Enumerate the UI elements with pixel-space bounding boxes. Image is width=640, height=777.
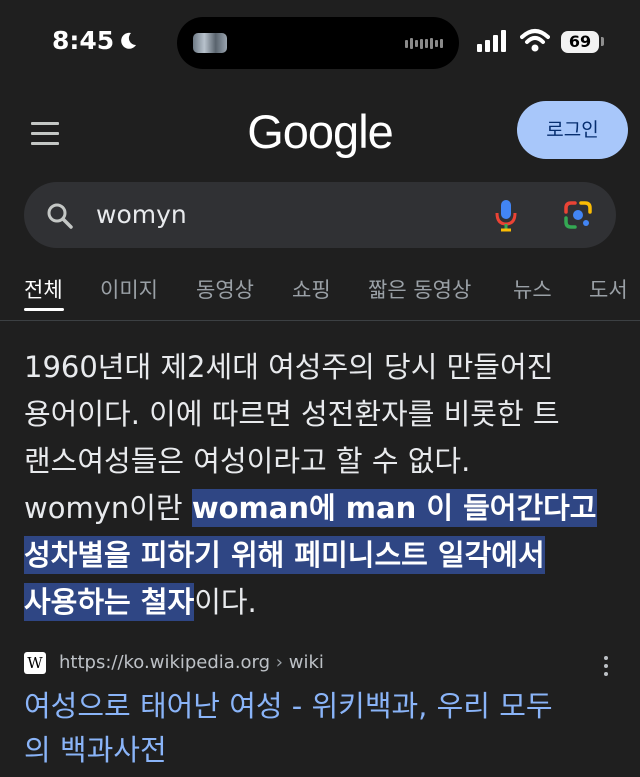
- snippet-line: womyn이란 woman에 man 이 들어간다고: [24, 485, 624, 532]
- wifi-icon: [520, 29, 550, 52]
- snippet-bold: man: [345, 491, 417, 525]
- snippet-text: 이다.: [194, 585, 257, 619]
- tab-all[interactable]: 전체: [24, 274, 63, 304]
- featured-snippet: 1960년대 제2세대 여성주의 당시 만들어진 용어이다. 이에 따르면 성전…: [24, 344, 624, 626]
- tab-short-videos[interactable]: 짧은 동영상: [368, 274, 471, 304]
- result-title-line: 여성으로 태어난 여성 - 위키백과, 우리 모두: [24, 689, 553, 723]
- snippet-highlight: woman에 man 이 들어간다고: [191, 489, 597, 527]
- google-lens-icon[interactable]: [562, 199, 594, 231]
- snippet-highlight: 사용하는 철자: [24, 583, 195, 621]
- snippet-highlight: 성차별을 피하기 위해 페미니스트 일각에서: [24, 536, 545, 574]
- clock: 8:45: [52, 26, 115, 55]
- login-button[interactable]: 로그인: [517, 101, 628, 159]
- result-url[interactable]: https://ko.wikipedia.org › wiki: [59, 652, 324, 673]
- dynamic-island: [177, 17, 459, 69]
- tab-shopping[interactable]: 쇼핑: [292, 274, 331, 304]
- audio-wave-icon: [405, 38, 443, 49]
- microphone-icon[interactable]: [494, 198, 518, 232]
- snippet-bold: woman: [191, 491, 309, 525]
- moon-icon: [121, 32, 136, 49]
- snippet-line: 용어이다. 이에 따르면 성전환자를 비롯한 트: [24, 397, 560, 431]
- snippet-line: 성차별을 피하기 위해 페미니스트 일각에서: [24, 532, 624, 579]
- tab-books[interactable]: 도서: [589, 274, 628, 304]
- battery-indicator: 69: [561, 31, 599, 53]
- cellular-signal-icon: [477, 30, 506, 52]
- more-options-icon[interactable]: [604, 656, 608, 680]
- chevron-right-icon: ›: [270, 652, 289, 673]
- tab-videos[interactable]: 동영상: [196, 274, 254, 304]
- search-tabs: 전체 이미지 동영상 쇼핑 짧은 동영상 뉴스 도서: [0, 270, 640, 320]
- divider: [0, 320, 640, 321]
- wikipedia-favicon[interactable]: W: [24, 652, 46, 674]
- result-title-line: 의 백과사전: [24, 733, 167, 767]
- active-tab-indicator: [24, 308, 64, 311]
- tab-news[interactable]: 뉴스: [513, 274, 552, 304]
- status-bar: 8:45 69: [0, 0, 640, 88]
- snippet-line: 사용하는 철자이다.: [24, 579, 624, 626]
- snippet-line: 랜스여성들은 여성이라고 할 수 없다.: [24, 444, 471, 478]
- search-input[interactable]: womyn: [96, 200, 187, 229]
- snippet-line: 1960년대 제2세대 여성주의 당시 만들어진: [24, 350, 554, 384]
- snippet-highlight-text: 에: [309, 491, 346, 525]
- now-playing-thumbnail: [193, 33, 227, 53]
- search-box[interactable]: womyn: [24, 182, 616, 248]
- search-icon[interactable]: [46, 202, 74, 230]
- battery-tip: [601, 37, 604, 46]
- result-domain: https://ko.wikipedia.org: [59, 652, 271, 673]
- result-path: wiki: [288, 652, 324, 673]
- tab-images[interactable]: 이미지: [100, 274, 158, 304]
- snippet-highlight-text: 이 들어간다고: [416, 491, 597, 525]
- snippet-text: womyn이란: [24, 491, 192, 525]
- result-title-link[interactable]: 여성으로 태어난 여성 - 위키백과, 우리 모두 의 백과사전: [24, 684, 614, 772]
